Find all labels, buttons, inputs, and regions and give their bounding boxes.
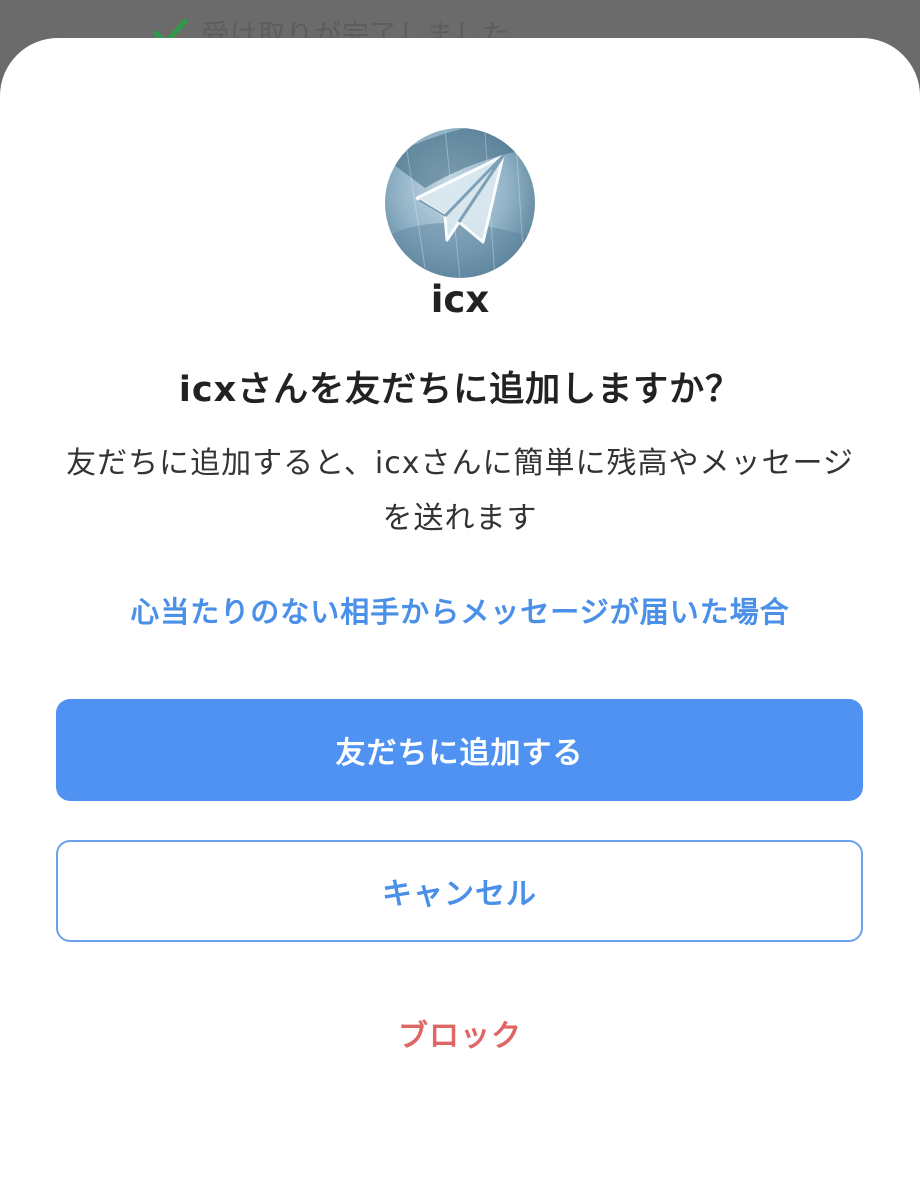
paper-plane-avatar [385, 128, 535, 278]
dialog-description: 友だちに追加すると、icxさんに簡単に残高やメッセージを送れます [66, 446, 854, 536]
dialog-question: icxさんを友だちに追加しますか？ [178, 370, 742, 410]
user-avatar [385, 128, 535, 278]
block-button[interactable]: ブロック [0, 1011, 920, 1055]
unknown-sender-help-link[interactable]: 心当たりのない相手からメッセージが届いた場合 [0, 589, 920, 631]
add-friend-button[interactable]: 友だちに追加する [56, 699, 863, 801]
username: icx [430, 278, 490, 321]
add-friend-sheet: icx icxさんを友だちに追加しますか？ 友だちに追加すると、icxさんに簡単… [0, 38, 920, 1200]
cancel-button[interactable]: キャンセル [56, 840, 863, 942]
